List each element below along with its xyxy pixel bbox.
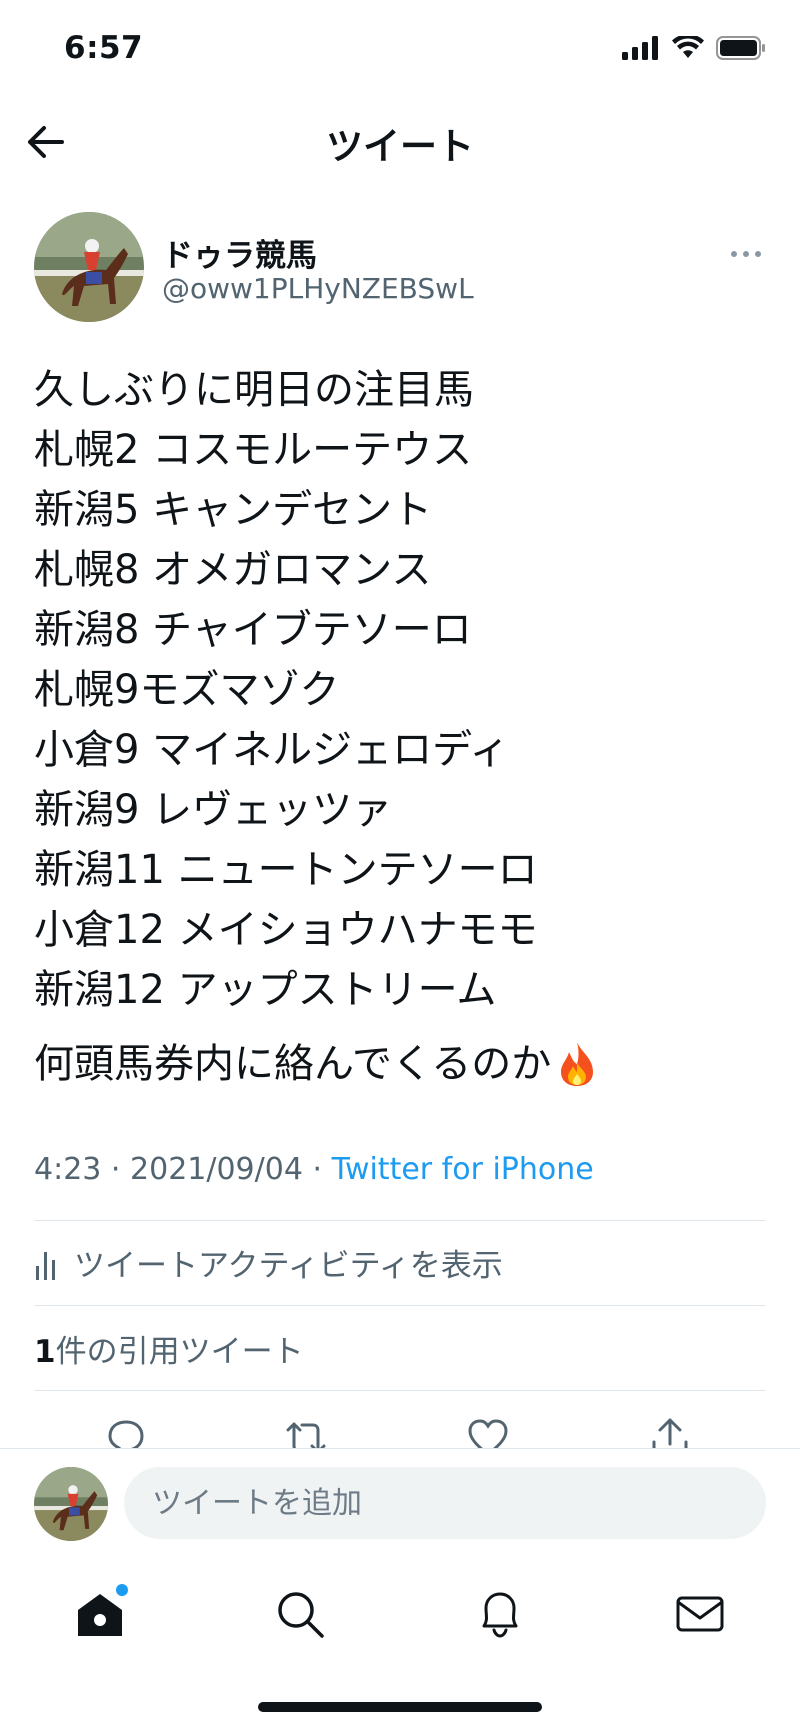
retweet-icon	[286, 1422, 326, 1450]
tweet-line: 札幌8 オメガロマンス	[34, 547, 432, 593]
tweet-text: 久しぶりに明日の注目馬 札幌2 コスモルーテウス 新潟5 キャンデセント 札幌8…	[34, 360, 766, 1094]
search-icon	[278, 1592, 324, 1638]
bottom-nav	[0, 1570, 800, 1670]
cellular-signal-icon	[622, 36, 658, 60]
battery-icon	[716, 36, 765, 60]
tweet-line: 札幌9モズマゾク	[34, 667, 340, 713]
more-options-button[interactable]	[726, 242, 766, 266]
tweet-time: 4:23	[34, 1152, 102, 1187]
tweet-meta: 4:23 · 2021/09/04 · Twitter for iPhone	[34, 1152, 594, 1187]
quote-count: 1	[34, 1334, 56, 1370]
activity-label: ツイートアクティビティを表示	[74, 1248, 503, 1284]
divider	[34, 1220, 766, 1221]
notification-dot	[116, 1584, 128, 1596]
tweet-line: 新潟9 レヴェッツァ	[34, 787, 393, 833]
horse-photo-icon	[34, 212, 144, 322]
share-button[interactable]	[648, 1416, 692, 1450]
quote-label: 件の引用ツイート	[55, 1334, 304, 1370]
wifi-icon	[672, 36, 704, 58]
meta-separator: ·	[110, 1152, 121, 1187]
tweet-line: 小倉9 マイネルジェロディ	[34, 727, 510, 773]
nav-notifications[interactable]	[472, 1586, 528, 1642]
avatar[interactable]	[34, 212, 144, 322]
tweet-line: 久しぶりに明日の注目馬	[34, 367, 474, 413]
tweet-line: 小倉12 メイショウハナモモ	[34, 907, 538, 953]
author-handle[interactable]: @oww1PLHyNZEBSwL	[162, 272, 474, 305]
nav-messages[interactable]	[672, 1586, 728, 1642]
home-indicator	[258, 1702, 542, 1712]
fire-emoji-icon	[561, 1042, 594, 1086]
user-avatar[interactable]	[34, 1467, 108, 1541]
author-name[interactable]: ドゥラ競馬	[162, 230, 317, 275]
tweet-closing-line: 何頭馬券内に絡んでくるのか	[34, 1034, 766, 1094]
tweet-source-link[interactable]: Twitter for iPhone	[332, 1152, 594, 1187]
meta-separator: ·	[312, 1152, 323, 1187]
status-time: 6:57	[64, 30, 144, 66]
quote-tweets-link[interactable]: 1件の引用ツイート	[34, 1326, 304, 1371]
more-horizontal-icon	[731, 251, 761, 257]
comment-icon	[108, 1420, 144, 1450]
page-title: ツイート	[326, 125, 474, 168]
divider	[34, 1305, 766, 1306]
retweet-button[interactable]	[284, 1416, 328, 1450]
reply-button[interactable]	[104, 1416, 148, 1450]
tweet-date: 2021/09/04	[130, 1152, 303, 1187]
tweet-actions	[0, 1410, 800, 1450]
tweet-line: 新潟11 ニュートンテソーロ	[34, 847, 538, 893]
tweet-closing-text: 何頭馬券内に絡んでくるのか	[34, 1041, 552, 1087]
divider	[34, 1390, 766, 1391]
tweet-line: 新潟8 チャイブテソーロ	[34, 607, 472, 653]
heart-icon	[468, 1419, 508, 1450]
view-activity-button[interactable]: ツイートアクティビティを表示	[34, 1240, 503, 1285]
tweet-line: 札幌2 コスモルーテウス	[34, 427, 473, 473]
like-button[interactable]	[466, 1416, 510, 1450]
envelope-icon	[676, 1596, 724, 1632]
status-icons	[622, 36, 766, 60]
reply-bar	[0, 1448, 800, 1578]
status-bar: 6:57	[0, 0, 800, 100]
nav-search[interactable]	[272, 1586, 328, 1642]
horse-photo-icon	[34, 1467, 108, 1541]
header: ツイート	[0, 100, 800, 182]
tweet-line: 新潟12 アップストリーム	[34, 967, 497, 1013]
tweet-line: 新潟5 キャンデセント	[34, 487, 433, 533]
bar-chart-icon	[36, 1251, 55, 1280]
nav-home[interactable]	[72, 1584, 128, 1642]
share-icon	[652, 1418, 688, 1450]
bell-icon	[482, 1592, 518, 1638]
reply-input[interactable]	[124, 1467, 766, 1539]
